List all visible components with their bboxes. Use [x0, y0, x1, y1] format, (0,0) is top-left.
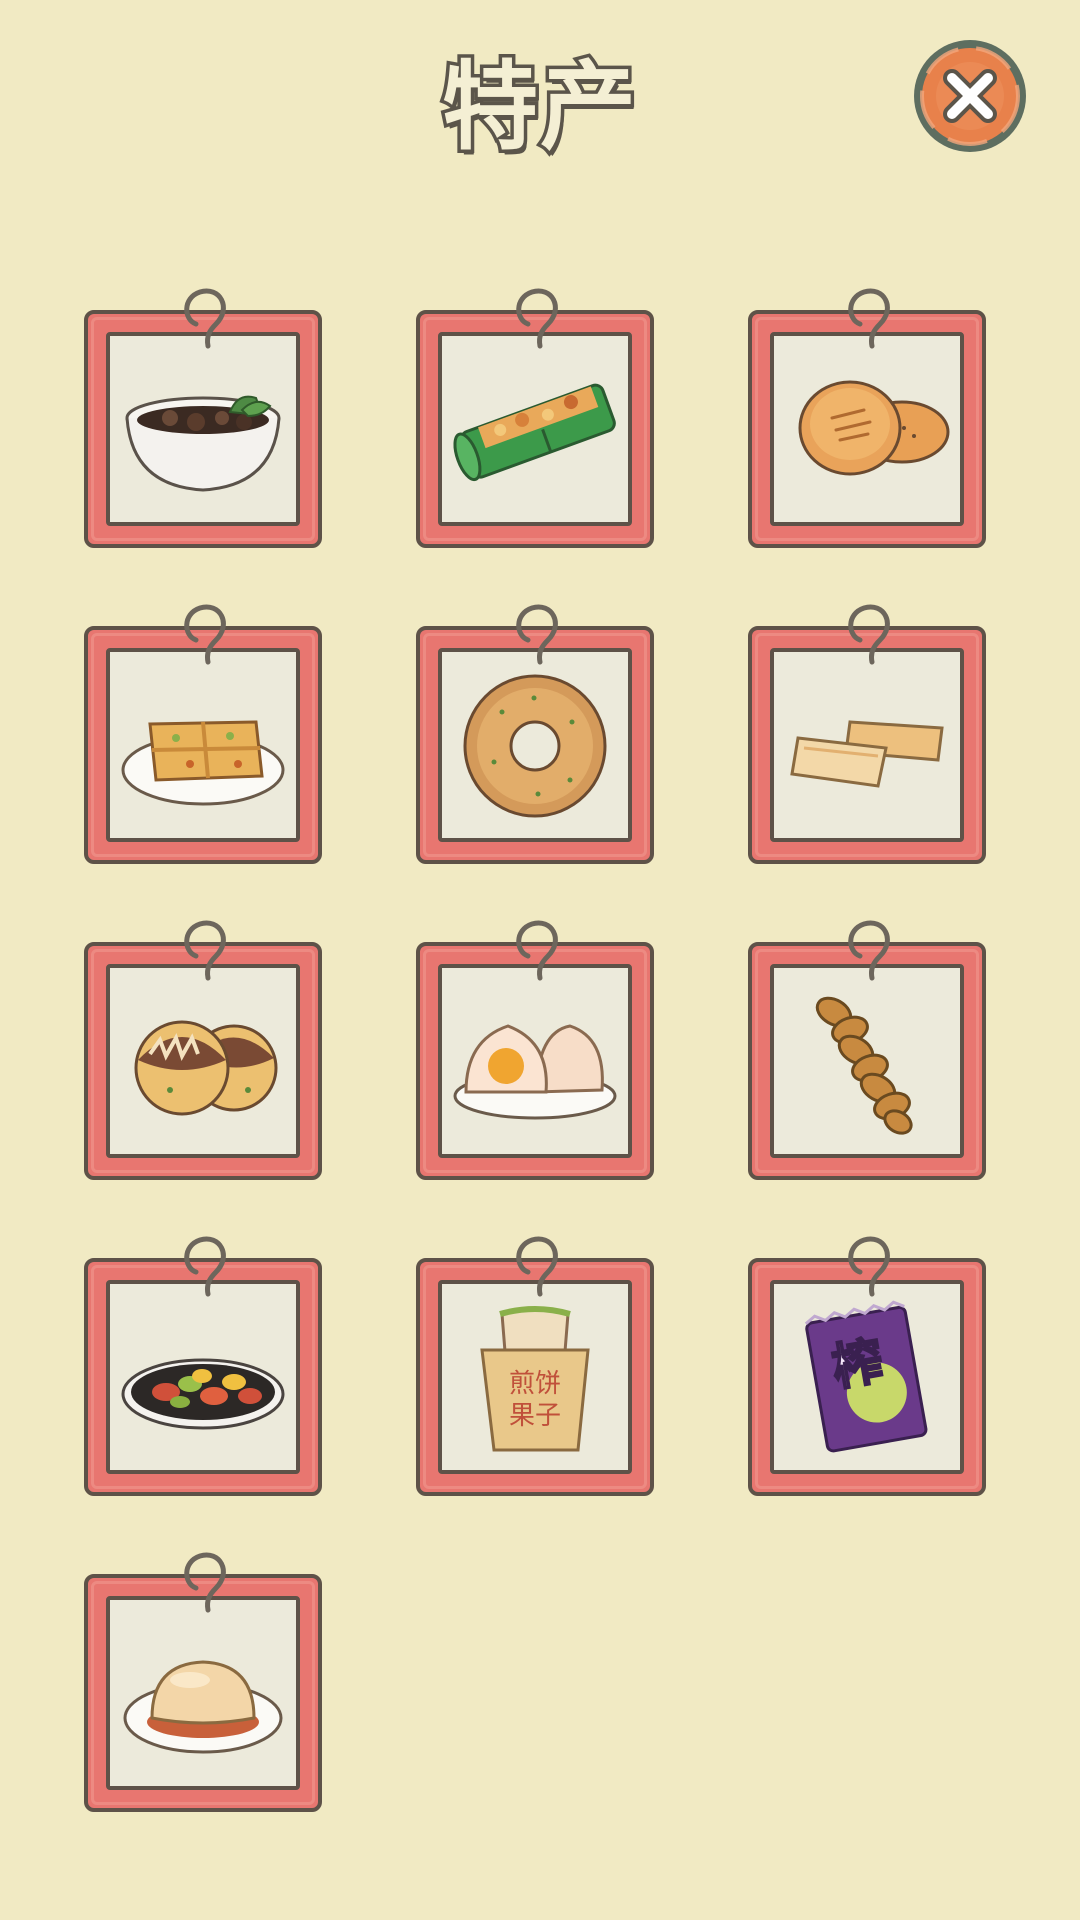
fried-tofu-plate-icon — [121, 720, 285, 806]
specialty-card-pudding[interactable] — [84, 1552, 328, 1812]
card-inner — [438, 648, 632, 842]
package-label-line2: 果子 — [509, 1401, 561, 1431]
card-inner — [770, 332, 964, 526]
bamboo-tube-rice-icon — [453, 383, 616, 482]
card-inner: 煎饼 果子 — [438, 1280, 632, 1474]
sesame-ring-donut-icon — [463, 674, 607, 818]
specialty-card-fried-tofu[interactable] — [84, 604, 328, 864]
card-inner — [438, 332, 632, 526]
specialty-card-jianbing[interactable]: 煎饼 果子 — [416, 1236, 660, 1496]
hook-icon — [848, 604, 890, 665]
specialty-card-takoyaki[interactable] — [84, 920, 328, 1180]
close-icon — [920, 46, 1020, 146]
card-inner — [106, 332, 300, 526]
specialty-card-donut[interactable] — [416, 604, 660, 864]
card-inner — [438, 964, 632, 1158]
hook-icon — [848, 288, 890, 349]
close-button[interactable] — [914, 40, 1026, 152]
card-inner — [106, 1596, 300, 1790]
steamed-pudding-icon — [123, 1660, 283, 1754]
specialty-card-zhacai[interactable]: 榨 — [748, 1236, 992, 1496]
takoyaki-icon — [134, 1020, 278, 1116]
card-inner — [106, 1280, 300, 1474]
specialty-card-twist[interactable] — [748, 920, 992, 1180]
hook-icon — [184, 920, 226, 981]
hook-icon — [516, 604, 558, 665]
stir-fry-dish-icon — [121, 1358, 285, 1430]
baked-flatbread-icon — [798, 380, 950, 476]
specialty-card-buns[interactable] — [416, 920, 660, 1180]
specialty-card-bowl-soup[interactable] — [84, 288, 328, 548]
hook-icon — [184, 1552, 226, 1613]
jianbing-guozi-icon: 煎饼 果子 — [480, 1306, 590, 1452]
hook-icon — [184, 604, 226, 665]
hook-icon — [848, 1236, 890, 1297]
hook-icon — [184, 1236, 226, 1297]
specialty-card-stir-fry[interactable] — [84, 1236, 328, 1496]
card-inner: 榨 — [770, 1280, 964, 1474]
fried-dough-twist-icon — [815, 996, 913, 1135]
specialty-card-cake-bars[interactable] — [748, 604, 992, 864]
specialty-card-baked-cakes[interactable] — [748, 288, 992, 548]
herbal-soup-bowl-icon — [125, 395, 281, 492]
hook-icon — [848, 920, 890, 981]
card-inner — [106, 964, 300, 1158]
package-label-line1: 煎饼 — [509, 1369, 561, 1399]
hook-icon — [516, 288, 558, 349]
egg-yolk-buns-icon — [453, 1024, 617, 1120]
package-label: 榨 — [828, 1332, 887, 1398]
specialty-card-bamboo-rice[interactable] — [416, 288, 660, 548]
hook-icon — [184, 288, 226, 349]
zhacai-pickle-pack-icon: 榨 — [804, 1300, 928, 1453]
card-inner — [770, 964, 964, 1158]
hook-icon — [516, 1236, 558, 1297]
card-inner — [106, 648, 300, 842]
card-inner — [770, 648, 964, 842]
hook-icon — [516, 920, 558, 981]
cake-bars-icon — [790, 720, 944, 788]
